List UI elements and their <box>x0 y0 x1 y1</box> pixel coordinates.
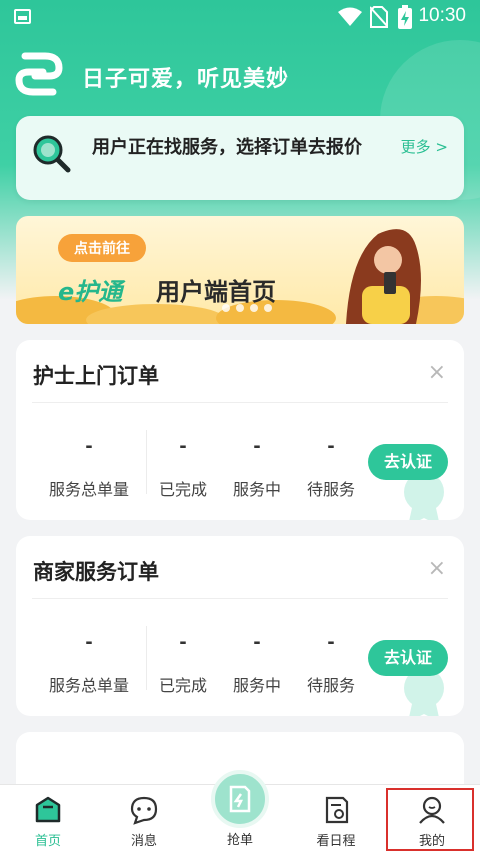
carousel-dot[interactable] <box>250 304 258 312</box>
stat-label: 待服务 <box>306 676 355 695</box>
no-sim-icon <box>370 6 388 28</box>
stat-pending: - 待服务 <box>286 632 376 696</box>
notice-text: 用户正在找服务，选择订单去报价 <box>92 137 362 158</box>
gallery-notification-icon <box>14 9 31 24</box>
stat-value: - <box>85 632 93 653</box>
stat-value: - <box>327 436 335 457</box>
carousel-dots[interactable] <box>222 304 272 312</box>
stat-total: - 服务总单量 <box>44 632 134 696</box>
tab-label: 看日程 <box>316 834 356 849</box>
stat-label: 服务总单量 <box>48 480 129 499</box>
header-slogan: 日子可爱，听见美妙 <box>82 67 290 92</box>
highlight-annotation-box <box>386 788 474 851</box>
grab-order-icon <box>229 785 251 813</box>
status-bar: 10:30 <box>0 0 480 34</box>
divider <box>32 598 448 599</box>
certify-button[interactable]: 去认证 <box>368 444 448 480</box>
search-icon <box>33 135 71 173</box>
stat-total: - 服务总单量 <box>44 436 134 500</box>
demand-notice-card[interactable]: 用户正在找服务，选择订单去报价 更多 > <box>16 116 464 200</box>
app-logo-icon <box>15 52 63 96</box>
close-icon[interactable]: × <box>428 558 446 580</box>
grab-order-button[interactable] <box>211 770 269 828</box>
close-icon[interactable]: × <box>428 362 446 384</box>
order-card-title: 护士上门订单 <box>33 364 159 388</box>
schedule-icon <box>325 796 349 824</box>
certify-button[interactable]: 去认证 <box>368 640 448 676</box>
carousel-dot[interactable] <box>264 304 272 312</box>
order-card-title: 商家服务订单 <box>33 560 159 584</box>
tab-home[interactable]: 首页 <box>0 785 96 853</box>
stat-label: 待服务 <box>306 480 355 499</box>
tab-label: 首页 <box>34 834 61 849</box>
banner-cta-button[interactable]: 点击前往 <box>58 234 146 262</box>
promo-banner[interactable]: 点击前往 e护通 用户端首页 <box>16 216 464 324</box>
battery-charging-icon <box>398 5 412 29</box>
stat-value: - <box>327 632 335 653</box>
message-icon <box>130 796 158 825</box>
divider <box>32 402 448 403</box>
tab-messages[interactable]: 消息 <box>96 785 192 853</box>
carousel-dot[interactable] <box>236 304 244 312</box>
stat-label: 服务总单量 <box>48 676 129 695</box>
order-card-nurse: 护士上门订单 × - 服务总单量 - 已完成 - 服务中 - 待服务 去认证 <box>16 340 464 520</box>
stat-pending: - 待服务 <box>286 436 376 500</box>
banner-brand: e护通 <box>58 278 123 306</box>
tab-label: 消息 <box>130 834 157 849</box>
wifi-icon <box>338 7 362 26</box>
carousel-dot[interactable] <box>222 304 230 312</box>
home-icon <box>35 796 61 823</box>
banner-headline: 用户端首页 <box>156 278 276 306</box>
tab-schedule[interactable]: 看日程 <box>288 785 384 853</box>
stat-value: - <box>85 436 93 457</box>
more-link[interactable]: 更多 > <box>401 136 448 157</box>
tab-label: 抢单 <box>226 833 253 848</box>
order-card-merchant: 商家服务订单 × - 服务总单量 - 已完成 - 服务中 - 待服务 去认证 <box>16 536 464 716</box>
status-time: 10:30 <box>418 5 466 26</box>
